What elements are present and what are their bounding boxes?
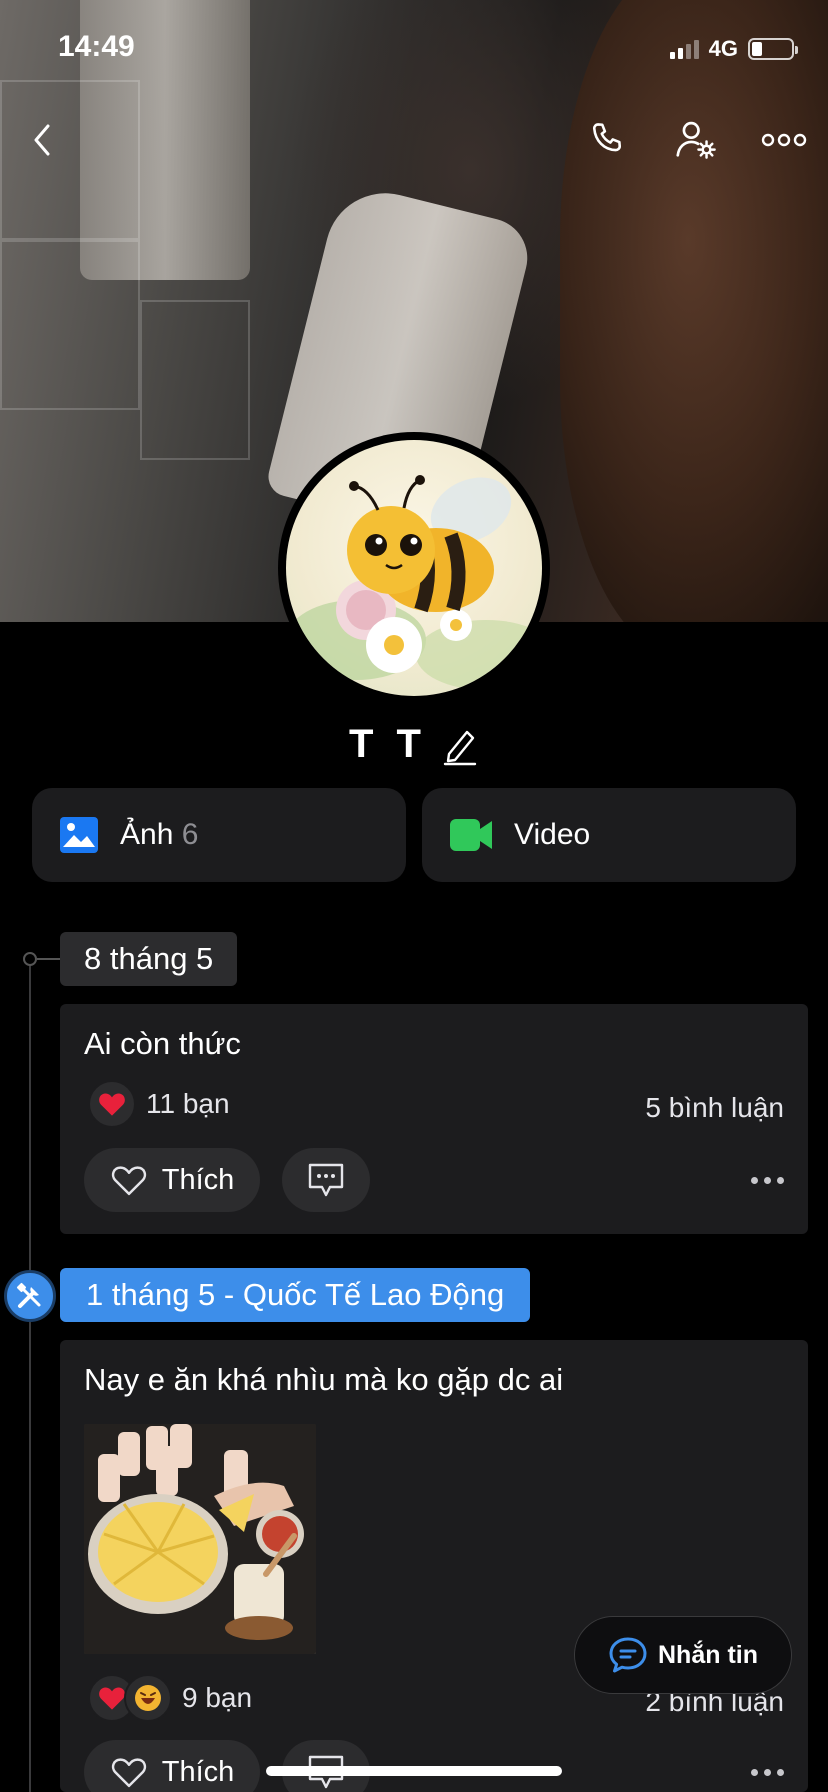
user-settings-icon [676, 121, 716, 159]
avatar-image [286, 440, 542, 696]
event-label[interactable]: 1 tháng 5 - Quốc Tế Lao Động [60, 1268, 531, 1322]
profile-settings-button[interactable] [668, 112, 724, 168]
cover-detail [0, 240, 140, 410]
bee-illustration [286, 475, 542, 690]
back-button[interactable] [14, 112, 70, 168]
video-icon [450, 819, 492, 851]
date-label: 8 tháng 5 [60, 932, 238, 986]
photos-label: Ảnh [120, 818, 174, 851]
heart-reaction [88, 1080, 136, 1128]
post-more-button[interactable] [751, 1177, 784, 1184]
timeline-line [29, 958, 31, 1792]
heart-outline-icon [111, 1758, 146, 1788]
profile-name-row: T T [0, 722, 828, 767]
timeline-tick [37, 958, 61, 960]
profile-name: T T [349, 722, 427, 766]
heart-icon [99, 1093, 125, 1116]
message-icon [609, 1637, 647, 1673]
battery-icon [748, 38, 798, 60]
timeline-dot [23, 952, 37, 966]
network-type: 4G [708, 36, 738, 61]
like-button[interactable]: Thích [84, 1740, 260, 1792]
like-label: Thích [161, 1755, 235, 1788]
video-label: Video [514, 818, 591, 851]
edit-icon[interactable] [441, 724, 479, 766]
post-photo[interactable] [84, 1424, 316, 1654]
reaction-summary[interactable]: 11 bạn [88, 1080, 230, 1128]
heart-icon [99, 1687, 125, 1710]
post-card[interactable]: Nay e ăn khá nhìu mà ko gặp dc ai 9 bạn … [60, 1340, 808, 1792]
status-time: 14:49 [58, 30, 135, 63]
laugh-reaction [124, 1674, 172, 1722]
photos-count: 6 [181, 818, 199, 851]
comment-button[interactable] [282, 1148, 370, 1212]
home-indicator[interactable] [266, 1766, 562, 1776]
post-text: Ai còn thức [84, 1026, 241, 1061]
heart-outline-icon [111, 1166, 146, 1196]
call-button[interactable] [580, 112, 636, 168]
reaction-summary[interactable]: 9 bạn [88, 1674, 252, 1722]
phone-icon [592, 123, 622, 152]
cover-detail [560, 0, 828, 622]
reaction-count: 11 bạn [146, 1088, 230, 1119]
photos-button[interactable]: Ảnh 6 [32, 788, 406, 882]
like-button[interactable]: Thích [84, 1148, 260, 1212]
like-label: Thích [161, 1163, 235, 1196]
more-options-button[interactable] [756, 112, 812, 168]
tools-icon [16, 1282, 41, 1308]
video-button[interactable]: Video [422, 788, 796, 882]
post-more-button[interactable] [751, 1769, 784, 1776]
reaction-count: 9 bạn [182, 1682, 253, 1713]
more-icon [761, 133, 807, 147]
send-message-button[interactable]: Nhắn tin [574, 1616, 792, 1694]
signal-icon [669, 39, 699, 59]
cover-detail [140, 300, 250, 460]
status-icons: 4G [669, 36, 798, 62]
photo-icon [60, 817, 98, 853]
avatar[interactable] [278, 432, 550, 704]
post-text: Nay e ăn khá nhìu mà ko gặp dc ai [84, 1362, 564, 1397]
comment-icon [308, 1163, 344, 1197]
back-icon [34, 124, 50, 156]
comment-count[interactable]: 5 bình luận [645, 1092, 784, 1124]
laugh-icon [135, 1685, 161, 1711]
post-card[interactable]: Ai còn thức 11 bạn 5 bình luận Thích [60, 1004, 808, 1234]
send-message-label: Nhắn tin [658, 1640, 758, 1669]
food-photo-illustration [84, 1424, 316, 1654]
event-icon-badge [4, 1270, 56, 1322]
